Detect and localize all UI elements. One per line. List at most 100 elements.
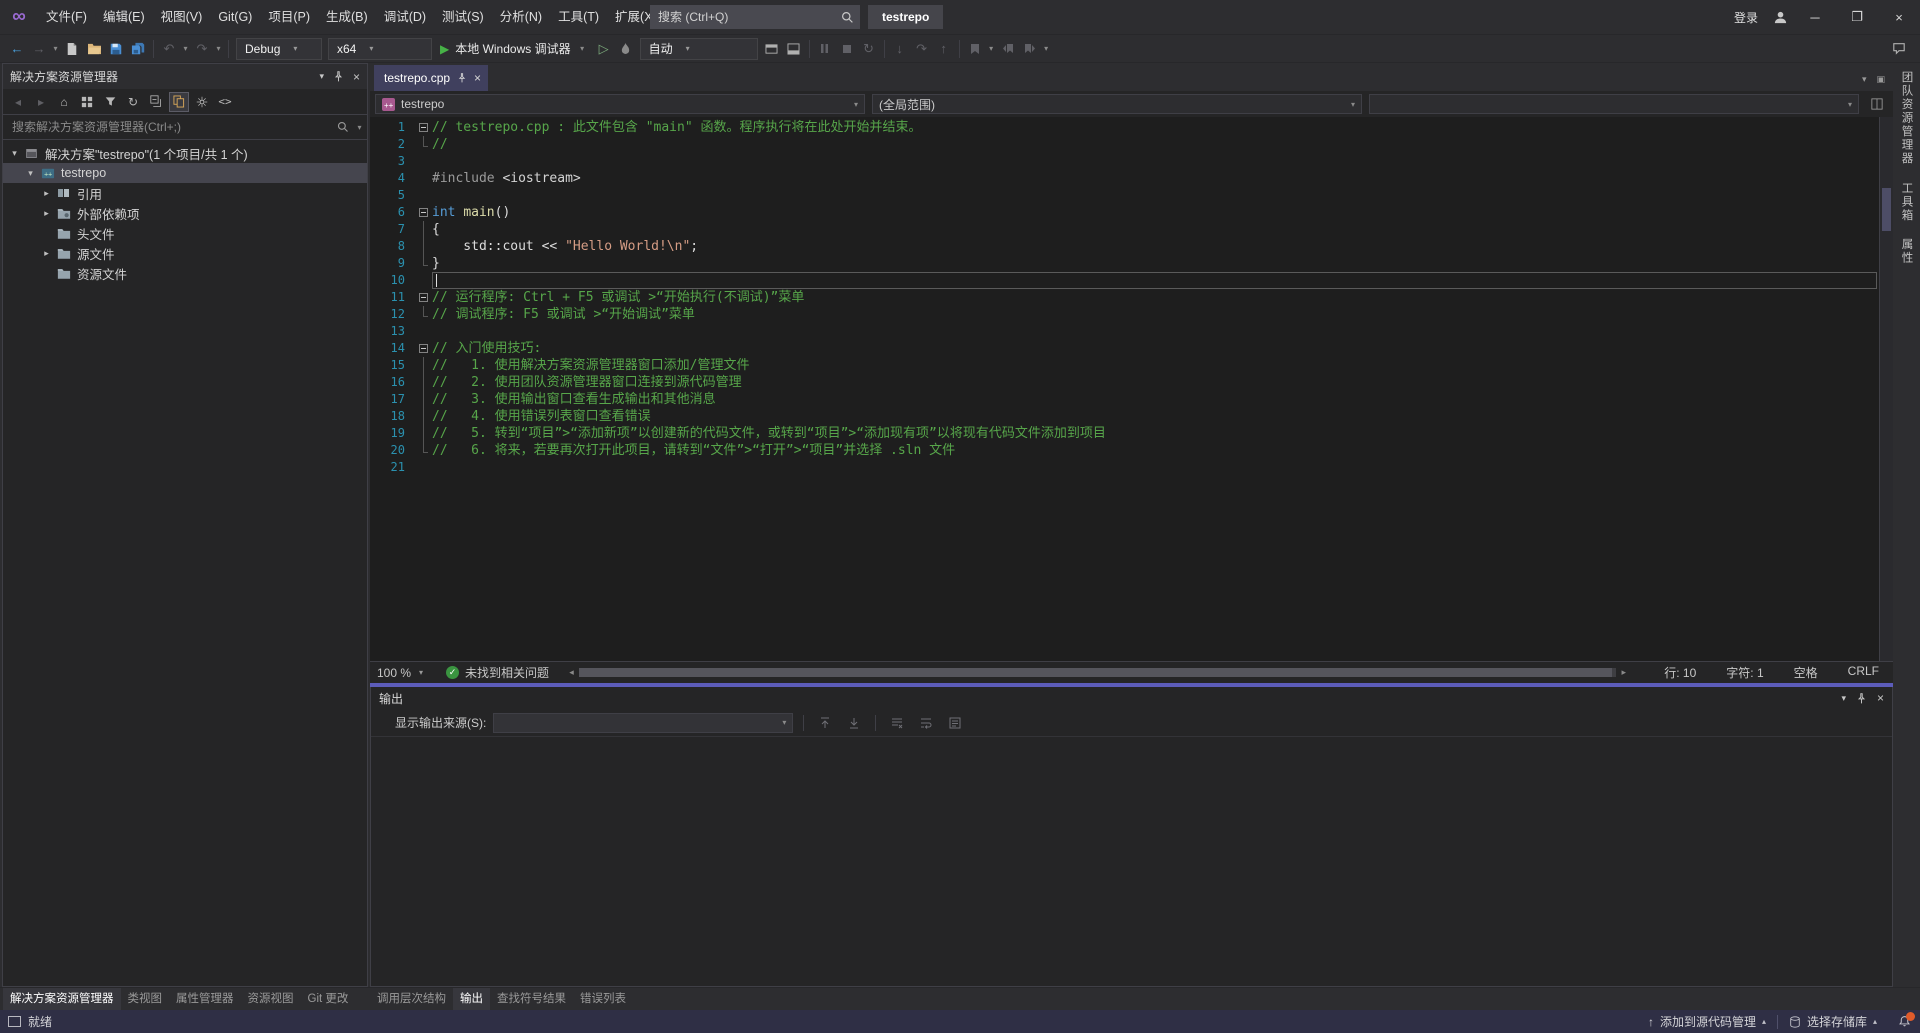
split-editor-icon[interactable] <box>1866 98 1888 110</box>
code-line-1[interactable]: 1// testrepo.cpp : 此文件包含 "main" 函数。程序执行将… <box>370 119 1879 136</box>
code-line-2[interactable]: 2// <box>370 136 1879 153</box>
stop-debugging-icon[interactable] <box>836 37 858 61</box>
menu-item-1[interactable]: 编辑(E) <box>95 1 153 34</box>
redo-icon[interactable]: ↷ <box>191 37 213 61</box>
code-line-16[interactable]: 16// 2. 使用团队资源管理器窗口连接到源代码管理 <box>370 374 1879 391</box>
panel-tab-left-2[interactable]: 属性管理器 <box>169 988 241 1010</box>
show-all-files-icon[interactable] <box>169 92 189 112</box>
toggle-bookmark-icon[interactable] <box>964 37 986 61</box>
collapse-all-icon[interactable] <box>146 92 166 112</box>
side-dock-tab-1[interactable]: 工具箱 <box>1899 182 1915 223</box>
toggle-autoscroll-icon[interactable] <box>944 712 966 734</box>
tab-list-dropdown-icon[interactable]: ▾ <box>1862 74 1867 85</box>
explorer-back-icon[interactable]: ◂ <box>8 92 28 112</box>
tab-close-icon[interactable]: × <box>474 71 481 85</box>
float-window-icon[interactable]: ▣ <box>1876 74 1885 85</box>
output-panel-header[interactable]: 输出 ▾ × <box>371 687 1892 709</box>
tree-arrow-icon[interactable]: ▸ <box>39 188 54 199</box>
horizontal-scroll-thumb[interactable] <box>579 668 1612 677</box>
close-panel-icon[interactable]: × <box>353 70 360 84</box>
solution-search-input[interactable] <box>3 120 330 134</box>
scrollbar-thumb[interactable] <box>1882 188 1891 232</box>
scroll-right-icon[interactable]: ▸ <box>1616 667 1631 678</box>
step-out-icon[interactable]: ↑ <box>933 37 955 61</box>
select-repository-button[interactable]: 选择存储库 ▴ <box>1778 1010 1888 1033</box>
code-line-14[interactable]: 14// 入门使用技巧: <box>370 340 1879 357</box>
solution-configuration-combo[interactable]: Debug ▾ <box>236 38 322 60</box>
clear-all-icon[interactable] <box>886 712 908 734</box>
tree-item-3[interactable]: ▸外部依赖项 <box>3 203 367 223</box>
panel-tab-bottom-1[interactable]: 输出 <box>453 988 490 1010</box>
panel-tab-left-0[interactable]: 解决方案资源管理器 <box>3 988 121 1010</box>
pin-icon[interactable] <box>1856 693 1867 704</box>
side-dock-tab-0[interactable]: 团队资源管理器 <box>1899 71 1915 166</box>
bookmark-dropdown-icon[interactable]: ▾ <box>986 44 997 53</box>
panel-tab-bottom-2[interactable]: 查找符号结果 <box>490 988 573 1010</box>
panel-tab-bottom-3[interactable]: 错误列表 <box>573 988 633 1010</box>
minimize-button[interactable]: ─ <box>1794 0 1836 34</box>
goto-previous-message-icon[interactable] <box>814 712 836 734</box>
tree-item-4[interactable]: 头文件 <box>3 223 367 243</box>
filter-icon[interactable] <box>100 92 120 112</box>
panel-tab-left-3[interactable]: 资源视图 <box>241 988 301 1010</box>
code-editor[interactable]: 1// testrepo.cpp : 此文件包含 "main" 函数。程序执行将… <box>370 117 1893 661</box>
code-line-5[interactable]: 5 <box>370 187 1879 204</box>
previous-bookmark-icon[interactable] <box>997 37 1019 61</box>
next-bookmark-icon[interactable] <box>1019 37 1041 61</box>
panel-tab-bottom-0[interactable]: 调用层次结构 <box>370 988 453 1010</box>
zoom-combo[interactable]: 100 % ▾ <box>370 666 434 680</box>
attach-to-process-icon[interactable] <box>761 37 783 61</box>
tree-arrow-icon[interactable]: ▾ <box>23 168 38 179</box>
save-icon[interactable] <box>105 37 127 61</box>
debug-target-dropdown-icon[interactable]: ▾ <box>577 44 588 53</box>
code-line-11[interactable]: 11// 运行程序: Ctrl + F5 或调试 >“开始执行(不调试)”菜单 <box>370 289 1879 306</box>
step-into-icon[interactable]: ↓ <box>889 37 911 61</box>
redo-dropdown-icon[interactable]: ▾ <box>213 44 224 53</box>
hot-reload-icon[interactable] <box>615 37 637 61</box>
code-line-19[interactable]: 19// 5. 转到“项目”>“添加新项”以创建新的代码文件，或转到“项目”>“… <box>370 425 1879 442</box>
bookmark-more-dropdown-icon[interactable]: ▾ <box>1041 44 1052 53</box>
menu-item-0[interactable]: 文件(F) <box>38 1 95 34</box>
word-wrap-icon[interactable] <box>915 712 937 734</box>
panel-tab-left-4[interactable]: Git 更改 <box>301 988 356 1010</box>
start-without-debugging-icon[interactable]: ▷ <box>593 37 615 61</box>
navigate-dropdown-icon[interactable]: ▾ <box>50 44 61 53</box>
code-line-13[interactable]: 13 <box>370 323 1879 340</box>
fold-collapse-icon[interactable] <box>419 208 428 217</box>
menu-item-4[interactable]: 项目(P) <box>260 1 318 34</box>
tree-item-5[interactable]: ▸源文件 <box>3 243 367 263</box>
close-button[interactable]: × <box>1878 0 1920 34</box>
solution-platform-combo[interactable]: x64 ▾ <box>328 38 432 60</box>
tree-item-0[interactable]: ▾解决方案"testrepo"(1 个项目/共 1 个) <box>3 143 367 163</box>
output-source-combo[interactable]: ▾ <box>493 713 793 733</box>
document-tab-testrepo-cpp[interactable]: testrepo.cpp × <box>374 65 488 91</box>
fold-collapse-icon[interactable] <box>419 123 428 132</box>
menu-item-8[interactable]: 分析(N) <box>492 1 550 34</box>
properties-icon[interactable] <box>192 92 212 112</box>
sign-in-button[interactable]: 登录 <box>1726 9 1766 26</box>
menu-item-7[interactable]: 测试(S) <box>434 1 492 34</box>
background-tasks-icon[interactable] <box>8 1016 21 1027</box>
member-dropdown[interactable]: ▾ <box>1369 94 1859 114</box>
code-line-15[interactable]: 15// 1. 使用解决方案资源管理器窗口添加/管理文件 <box>370 357 1879 374</box>
account-person-icon[interactable] <box>1766 10 1794 25</box>
home-icon[interactable]: ⌂ <box>54 92 74 112</box>
add-to-source-control-button[interactable]: ↑ 添加到源代码管理 ▴ <box>1637 1010 1777 1033</box>
code-line-8[interactable]: 8 std::cout << "Hello World!\n"; <box>370 238 1879 255</box>
refresh-icon[interactable]: ↻ <box>123 92 143 112</box>
code-line-18[interactable]: 18// 4. 使用错误列表窗口查看错误 <box>370 408 1879 425</box>
start-debugging-button[interactable]: ▶ 本地 Windows 调试器 ▾ <box>435 40 593 57</box>
scroll-left-icon[interactable]: ◂ <box>564 667 579 678</box>
goto-next-message-icon[interactable] <box>843 712 865 734</box>
restart-icon[interactable]: ↻ <box>858 37 880 61</box>
scope-dropdown[interactable]: (全局范围) ▾ <box>872 94 1362 114</box>
code-line-17[interactable]: 17// 3. 使用输出窗口查看生成输出和其他消息 <box>370 391 1879 408</box>
panel-tab-left-1[interactable]: 类视图 <box>121 988 170 1010</box>
code-line-9[interactable]: 9} <box>370 255 1879 272</box>
eol-mode[interactable]: CRLF <box>1848 664 1879 681</box>
close-panel-icon[interactable]: × <box>1877 691 1884 705</box>
preview-code-icon[interactable]: <> <box>215 92 235 112</box>
editor-horizontal-scrollbar[interactable]: ◂ ▸ <box>564 662 1631 683</box>
indent-mode[interactable]: 空格 <box>1794 664 1818 681</box>
project-dropdown[interactable]: ++ testrepo ▾ <box>375 94 865 114</box>
